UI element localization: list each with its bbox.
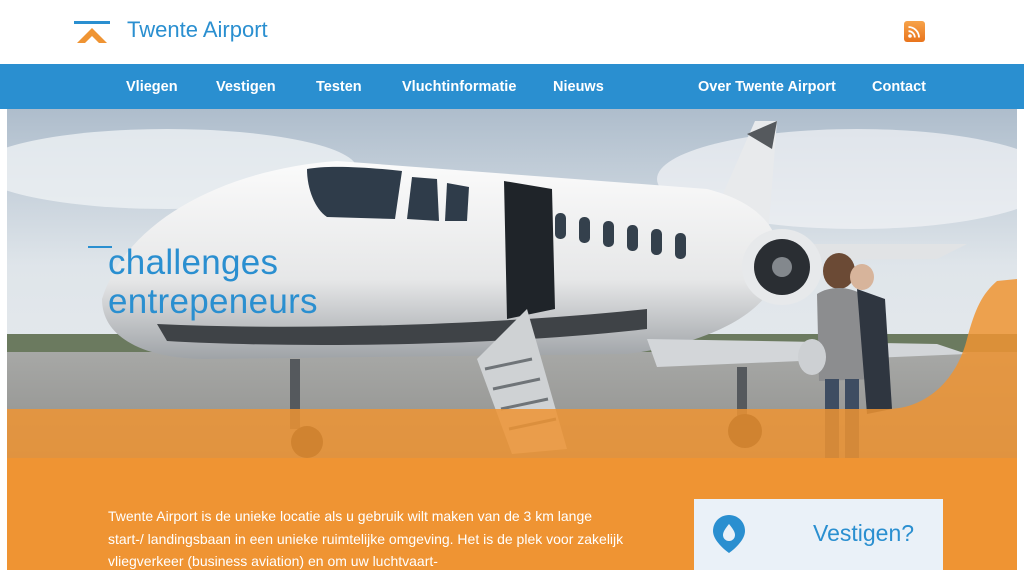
rss-icon[interactable]: [904, 21, 925, 42]
site-header: Twente Airport: [0, 0, 1024, 64]
vestigen-card[interactable]: Vestigen?: [694, 499, 943, 570]
intro-text: Twente Airport is de unieke locatie als …: [108, 508, 624, 569]
site-title[interactable]: Twente Airport: [127, 17, 268, 43]
hero-banner: challenges entrepeneurs: [7, 109, 1017, 458]
nav-item-over-twente-airport[interactable]: Over Twente Airport: [698, 64, 836, 109]
location-pin-icon: [713, 515, 745, 558]
hero-tagline-line2: entrepeneurs: [108, 282, 318, 321]
airport-logo-icon[interactable]: [74, 21, 110, 43]
nav-item-contact[interactable]: Contact: [872, 64, 926, 109]
content-section: Twente Airport is de unieke locatie als …: [7, 458, 1017, 570]
main-navigation: Vliegen Vestigen Testen Vluchtinformatie…: [0, 64, 1024, 109]
vestigen-card-title: Vestigen?: [813, 520, 915, 546]
nav-item-testen[interactable]: Testen: [316, 64, 362, 109]
nav-item-vliegen[interactable]: Vliegen: [126, 64, 178, 109]
nav-item-nieuws[interactable]: Nieuws: [553, 64, 604, 109]
nav-item-vluchtinformatie[interactable]: Vluchtinformatie: [402, 64, 516, 109]
nav-item-vestigen[interactable]: Vestigen: [216, 64, 276, 109]
hero-tagline-line1: challenges: [108, 243, 279, 282]
